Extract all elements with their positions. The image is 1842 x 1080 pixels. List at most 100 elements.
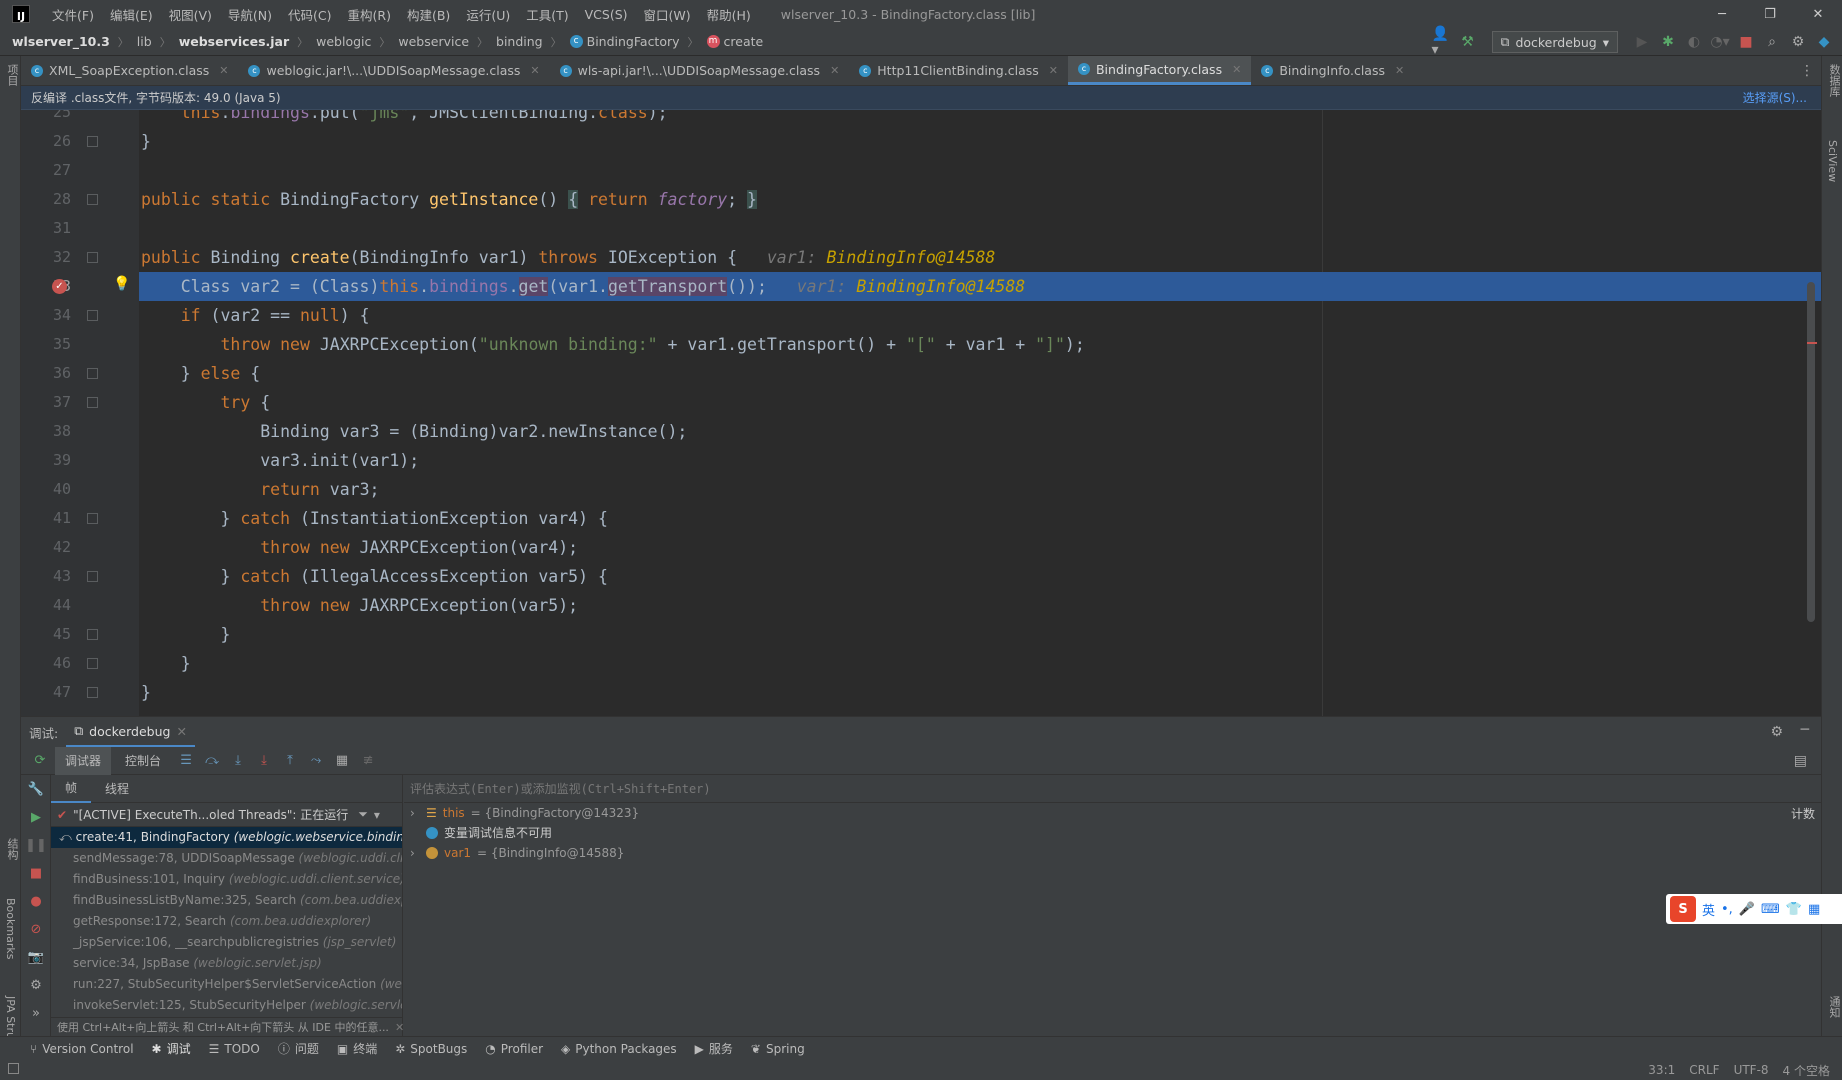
- close-icon[interactable]: ✕: [395, 1021, 403, 1034]
- fold-marker-icon[interactable]: [87, 194, 98, 205]
- toggle-tool-windows-icon[interactable]: [8, 1063, 19, 1074]
- breadcrumb-project[interactable]: wlserver_10.3: [12, 34, 110, 49]
- run-icon[interactable]: ▶: [1632, 32, 1652, 52]
- variable-row[interactable]: › ☰ this = {BindingFactory@14323}: [404, 803, 1821, 823]
- run-to-cursor-icon[interactable]: ⤳: [305, 750, 327, 772]
- error-stripe-mark[interactable]: [1807, 342, 1817, 344]
- microphone-icon[interactable]: 🎤: [1739, 902, 1755, 917]
- chevron-right-icon[interactable]: ›: [410, 803, 420, 823]
- todo-button[interactable]: ☰ TODO: [209, 1042, 260, 1056]
- fold-marker-icon[interactable]: [87, 252, 98, 263]
- bookmarks-tool-button[interactable]: Bookmarks: [4, 898, 17, 959]
- close-tab-icon[interactable]: ✕: [830, 64, 839, 77]
- profiler-button[interactable]: ◔ Profiler: [485, 1042, 543, 1056]
- breadcrumb-weblogic[interactable]: weblogic: [316, 34, 371, 49]
- pause-icon[interactable]: ❚❚: [21, 831, 51, 859]
- tab-http11clientbinding[interactable]: c Http11ClientBinding.class ✕: [849, 56, 1068, 85]
- tab-wls-api-uddisoapmessage[interactable]: c wls-api.jar!\...\UDDISoapMessage.class ✕: [550, 56, 850, 85]
- notifications-tool-button[interactable]: 通知: [1826, 996, 1842, 1018]
- stop-icon[interactable]: ■: [21, 859, 51, 887]
- menu-build[interactable]: 构建(B): [399, 5, 458, 24]
- close-tab-icon[interactable]: ✕: [1049, 64, 1058, 77]
- filter-icon[interactable]: ⏷: [358, 807, 368, 822]
- spotbugs-button[interactable]: ✲ SpotBugs: [395, 1042, 467, 1056]
- terminal-button[interactable]: ▣ 终端: [337, 1040, 377, 1057]
- search-icon[interactable]: ⌕: [1762, 32, 1782, 52]
- skin-shirt-icon[interactable]: 👕: [1786, 902, 1802, 917]
- version-control-button[interactable]: ⑂ Version Control: [30, 1042, 134, 1056]
- editor-scrollbar[interactable]: [1807, 282, 1815, 622]
- caret-position[interactable]: 33:1: [1648, 1063, 1675, 1077]
- chevron-right-icon[interactable]: ›: [410, 843, 420, 863]
- tab-weblogic-uddisoapmessage[interactable]: c weblogic.jar!\...\UDDISoapMessage.class…: [238, 56, 549, 85]
- profile-icon[interactable]: ◔▾: [1710, 32, 1730, 52]
- mute-breakpoints-icon[interactable]: ⊘: [21, 915, 51, 943]
- debug-button[interactable]: ✱ 调试: [152, 1040, 191, 1057]
- layout-settings-icon[interactable]: ▤: [1794, 753, 1807, 769]
- camera-icon[interactable]: 📷: [21, 943, 51, 971]
- sciview-tool-button[interactable]: SciView: [1826, 140, 1839, 182]
- stack-frame[interactable]: invokeServlet:125, StubSecurityHelper (w…: [51, 995, 402, 1016]
- evaluate-icon[interactable]: ▦: [331, 750, 353, 772]
- fold-marker-icon[interactable]: [87, 513, 98, 524]
- wrench-icon[interactable]: 🔧: [21, 775, 51, 803]
- step-into-icon[interactable]: ⤓: [227, 750, 249, 772]
- fold-marker-icon[interactable]: [87, 310, 98, 321]
- database-tool-button[interactable]: 数据库: [1826, 64, 1842, 97]
- menu-run[interactable]: 运行(U): [458, 5, 518, 24]
- tab-threads[interactable]: 线程: [91, 775, 143, 803]
- close-icon[interactable]: ✕: [176, 724, 186, 739]
- debug-bug-icon[interactable]: ✱: [1658, 32, 1678, 52]
- settings-gear-icon[interactable]: ⚙: [1788, 32, 1808, 52]
- problems-button[interactable]: ⓘ 问题: [278, 1040, 319, 1057]
- settings-gear-icon[interactable]: ⚙: [21, 971, 51, 999]
- stack-frame[interactable]: run:227, StubSecurityHelper$ServletServi…: [51, 974, 402, 995]
- structure-tool-button[interactable]: 结构: [4, 838, 20, 860]
- debug-session-tab[interactable]: ⧉ dockerdebug ✕: [66, 717, 195, 747]
- lightbulb-icon[interactable]: 💡: [113, 276, 130, 292]
- stack-frame[interactable]: service:34, JspBase (weblogic.servlet.js…: [51, 953, 402, 974]
- step-out-icon[interactable]: ⤒: [279, 750, 301, 772]
- stack-frame[interactable]: _jspService:106, __searchpublicregistrie…: [51, 932, 402, 953]
- fold-marker-icon[interactable]: [87, 687, 98, 698]
- menu-edit[interactable]: 编辑(E): [102, 5, 161, 24]
- menu-view[interactable]: 视图(V): [161, 5, 220, 24]
- menu-window[interactable]: 窗口(W): [636, 5, 699, 24]
- menu-tools[interactable]: 工具(T): [518, 5, 576, 24]
- close-icon[interactable]: ✕: [1794, 0, 1842, 28]
- keyboard-icon[interactable]: ⌨: [1761, 902, 1780, 917]
- evaluate-expression-input[interactable]: 评估表达式(Enter)或添加监视(Ctrl+Shift+Enter): [404, 775, 1821, 803]
- coverage-icon[interactable]: ◐: [1684, 32, 1704, 52]
- fold-marker-icon[interactable]: [87, 658, 98, 669]
- user-icon[interactable]: 👤▾: [1432, 26, 1452, 58]
- fold-marker-icon[interactable]: [87, 629, 98, 640]
- tab-bindingfactory[interactable]: c BindingFactory.class ✕: [1067, 56, 1252, 85]
- services-button[interactable]: ▶ 服务: [695, 1040, 733, 1057]
- close-tab-icon[interactable]: ✕: [1395, 64, 1404, 77]
- close-tab-icon[interactable]: ✕: [530, 64, 539, 77]
- spring-button[interactable]: ❦ Spring: [751, 1042, 805, 1056]
- project-tool-button[interactable]: 项目: [4, 64, 20, 86]
- apps-grid-icon[interactable]: ▦: [1808, 902, 1820, 917]
- more-tabs-icon[interactable]: ⋮: [1800, 56, 1814, 86]
- close-tab-icon[interactable]: ✕: [1232, 63, 1241, 76]
- line-separator[interactable]: CRLF: [1689, 1063, 1719, 1077]
- run-config-select[interactable]: ⧉ dockerdebug ▾: [1491, 31, 1618, 53]
- fold-marker-icon[interactable]: [87, 136, 98, 147]
- breadcrumb-jar[interactable]: webservices.jar: [179, 34, 289, 49]
- rerun-icon[interactable]: ⟳: [29, 750, 51, 772]
- menu-refactor[interactable]: 重构(R): [340, 5, 399, 24]
- force-step-into-icon[interactable]: ⤓: [253, 750, 275, 772]
- menu-navigate[interactable]: 导航(N): [220, 5, 280, 24]
- breadcrumb-method[interactable]: create: [724, 34, 764, 49]
- tab-console[interactable]: 控制台: [115, 747, 171, 775]
- thread-selector[interactable]: ✔ "[ACTIVE] ExecuteTh...oled Threads": 正…: [51, 803, 402, 827]
- tab-debugger[interactable]: 调试器: [55, 746, 112, 775]
- minimize-icon[interactable]: ─: [1698, 0, 1746, 28]
- ime-toolbar[interactable]: S 英 •, 🎤 ⌨ 👕 ▦: [1666, 894, 1842, 924]
- punctuation-icon[interactable]: •,: [1721, 902, 1733, 917]
- choose-sources-link[interactable]: 选择源(S)...: [1743, 89, 1807, 106]
- chevron-down-icon[interactable]: ▾: [374, 808, 380, 822]
- plugin-icon[interactable]: ◆: [1814, 32, 1834, 52]
- settings-gear-icon[interactable]: ⚙: [1770, 724, 1783, 740]
